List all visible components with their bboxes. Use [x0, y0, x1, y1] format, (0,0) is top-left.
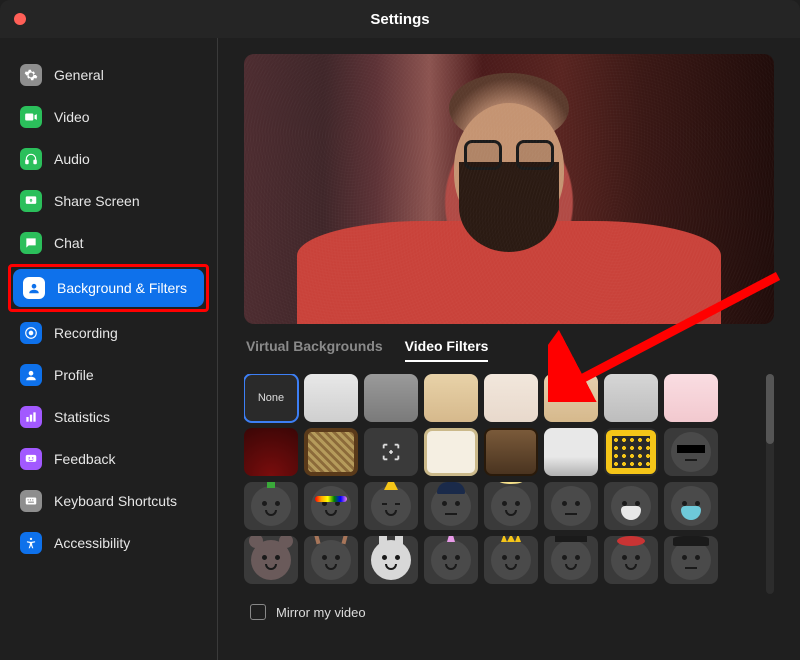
- sidebar-item-audio[interactable]: Audio: [10, 140, 207, 178]
- filter-tile[interactable]: [544, 374, 598, 422]
- filter-unicorn[interactable]: [424, 536, 478, 584]
- filter-tile[interactable]: [664, 374, 718, 422]
- recording-icon: [20, 322, 42, 344]
- filter-tile[interactable]: [424, 374, 478, 422]
- sidebar-item-profile[interactable]: Profile: [10, 356, 207, 394]
- filter-mouse-ears[interactable]: [244, 536, 298, 584]
- sidebar-item-accessibility[interactable]: Accessibility: [10, 524, 207, 562]
- sidebar-item-chat[interactable]: Chat: [10, 224, 207, 262]
- feedback-icon: [20, 448, 42, 470]
- sidebar-item-feedback[interactable]: Feedback: [10, 440, 207, 478]
- filter-none[interactable]: None: [244, 374, 298, 422]
- filter-emoji-frame[interactable]: [604, 428, 658, 476]
- profile-icon: [20, 364, 42, 386]
- tab-virtual-backgrounds[interactable]: Virtual Backgrounds: [246, 338, 383, 362]
- sidebar-item-label: Recording: [54, 325, 118, 341]
- sidebar: General Video Audio Share Screen Chat: [0, 38, 218, 660]
- filter-bunny-ears[interactable]: [364, 536, 418, 584]
- filter-window[interactable]: [544, 428, 598, 476]
- filter-tile[interactable]: [484, 374, 538, 422]
- sidebar-item-keyboard-shortcuts[interactable]: Keyboard Shortcuts: [10, 482, 207, 520]
- filter-grad-cap[interactable]: [544, 536, 598, 584]
- filter-halo[interactable]: [484, 482, 538, 530]
- statistics-icon: [20, 406, 42, 428]
- filter-neutral[interactable]: [544, 482, 598, 530]
- sidebar-item-label: Video: [54, 109, 90, 125]
- filter-party-hat[interactable]: [364, 482, 418, 530]
- window-title: Settings: [0, 11, 800, 28]
- filter-antlers[interactable]: [304, 536, 358, 584]
- filter-n95-mask[interactable]: [604, 482, 658, 530]
- sidebar-item-label: Statistics: [54, 409, 110, 425]
- sidebar-item-label: Audio: [54, 151, 90, 167]
- mirror-video-label: Mirror my video: [276, 605, 366, 620]
- sidebar-item-label: Feedback: [54, 451, 115, 467]
- share-screen-icon: [20, 190, 42, 212]
- titlebar: Settings: [0, 0, 800, 38]
- sidebar-item-video[interactable]: Video: [10, 98, 207, 136]
- close-window-button[interactable]: [14, 13, 26, 25]
- filter-surgical-mask[interactable]: [664, 482, 718, 530]
- sidebar-item-share-screen[interactable]: Share Screen: [10, 182, 207, 220]
- gear-icon: [20, 64, 42, 86]
- filter-tile[interactable]: [364, 374, 418, 422]
- annotation-highlight: Background & Filters: [8, 264, 209, 312]
- sidebar-item-label: Keyboard Shortcuts: [54, 493, 177, 509]
- background-filters-icon: [23, 277, 45, 299]
- filter-tile[interactable]: [304, 374, 358, 422]
- filter-tv-static[interactable]: [304, 428, 358, 476]
- traffic-lights: [14, 13, 26, 25]
- headphones-icon: [20, 148, 42, 170]
- video-icon: [20, 106, 42, 128]
- chat-icon: [20, 232, 42, 254]
- filter-retro-tv[interactable]: [484, 428, 538, 476]
- filter-tile[interactable]: [604, 374, 658, 422]
- filter-crop[interactable]: [364, 428, 418, 476]
- sidebar-item-statistics[interactable]: Statistics: [10, 398, 207, 436]
- mirror-video-row: Mirror my video: [244, 604, 774, 620]
- sidebar-item-label: Share Screen: [54, 193, 140, 209]
- sidebar-item-label: Background & Filters: [57, 280, 187, 296]
- filter-grid: None: [244, 374, 756, 594]
- tab-video-filters[interactable]: Video Filters: [405, 338, 489, 362]
- filter-cap[interactable]: [424, 482, 478, 530]
- filter-rainbow[interactable]: [304, 482, 358, 530]
- sidebar-item-background-filters[interactable]: Background & Filters: [13, 269, 204, 307]
- sidebar-item-label: Accessibility: [54, 535, 130, 551]
- mirror-video-checkbox[interactable]: [250, 604, 266, 620]
- filter-pirate-hat[interactable]: [664, 536, 718, 584]
- filter-crown[interactable]: [484, 536, 538, 584]
- sidebar-item-label: General: [54, 67, 104, 83]
- main-panel: Virtual Backgrounds Video Filters None: [218, 38, 800, 660]
- filter-beret[interactable]: [604, 536, 658, 584]
- sidebar-item-general[interactable]: General: [10, 56, 207, 94]
- filter-tabs: Virtual Backgrounds Video Filters: [246, 338, 774, 362]
- accessibility-icon: [20, 532, 42, 554]
- video-preview: [244, 54, 774, 324]
- scrollbar-thumb[interactable]: [766, 374, 774, 444]
- filter-scrollbar[interactable]: [766, 374, 774, 594]
- filter-sprout[interactable]: [244, 482, 298, 530]
- filter-sunglasses[interactable]: [664, 428, 718, 476]
- keyboard-icon: [20, 490, 42, 512]
- sidebar-item-recording[interactable]: Recording: [10, 314, 207, 352]
- sidebar-item-label: Profile: [54, 367, 94, 383]
- filter-polaroid[interactable]: [424, 428, 478, 476]
- filter-theater-curtain[interactable]: [244, 428, 298, 476]
- sidebar-item-label: Chat: [54, 235, 84, 251]
